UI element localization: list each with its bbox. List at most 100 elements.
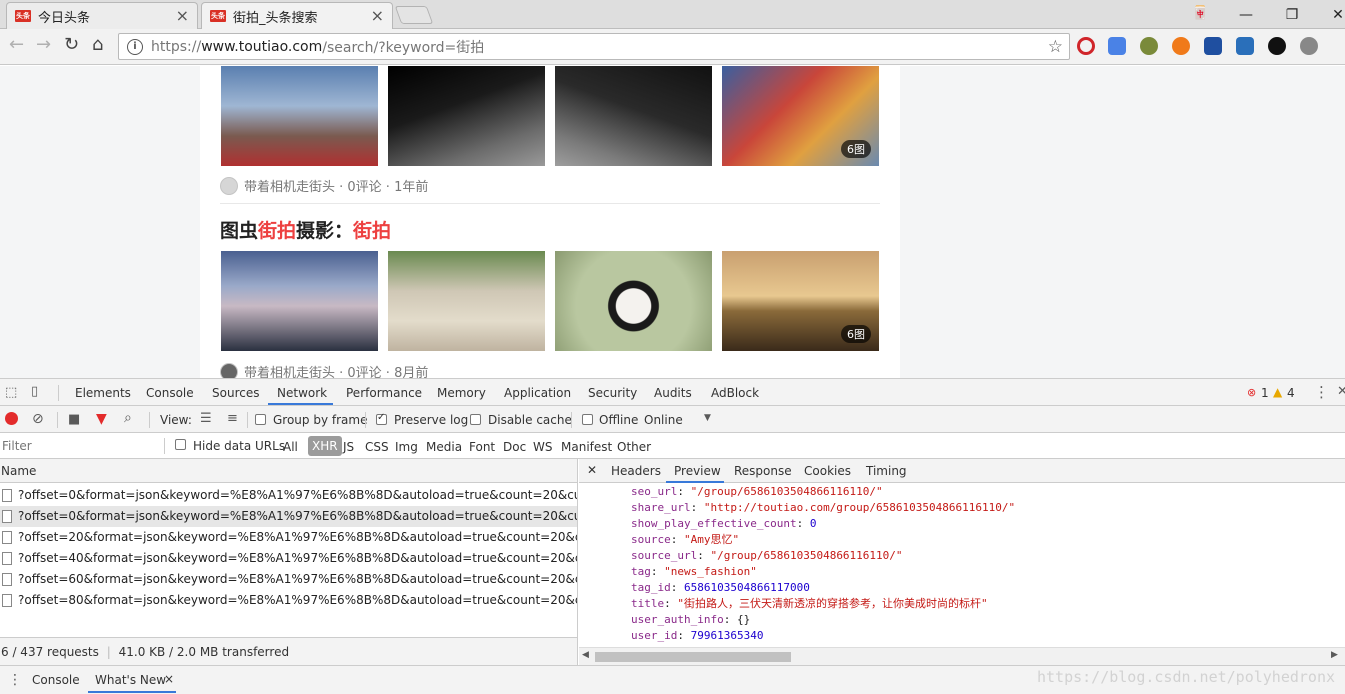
profile-icon[interactable]: 🀄 bbox=[1192, 6, 1208, 21]
infinity-extension-icon[interactable] bbox=[1172, 37, 1190, 55]
result-thumbnail[interactable] bbox=[221, 66, 378, 166]
filter-type-img[interactable]: Img bbox=[395, 440, 418, 454]
scroll-left-icon[interactable]: ◀ bbox=[582, 651, 589, 660]
table-row[interactable]: ?offset=40&format=json&keyword=%E8%A1%97… bbox=[0, 548, 577, 569]
tab-application[interactable]: Application bbox=[504, 386, 571, 400]
filter-type-js[interactable]: JS bbox=[343, 440, 354, 454]
json-property[interactable]: source_url: "/group/6586103504866116110/… bbox=[631, 548, 1015, 564]
json-property[interactable]: seo_url: "/group/6586103504866116110/" bbox=[631, 484, 1015, 500]
filter-icon[interactable]: ▼ bbox=[96, 412, 107, 426]
bookmark-star-icon[interactable]: ☆ bbox=[1048, 37, 1063, 57]
json-property[interactable]: share_url: "http://toutiao.com/group/658… bbox=[631, 500, 1015, 516]
column-header-name[interactable]: Name bbox=[0, 459, 577, 483]
result-title[interactable]: 图虫街拍摄影：街拍 bbox=[220, 216, 391, 243]
reload-icon[interactable]: ↻ bbox=[64, 36, 79, 54]
tab-headers[interactable]: Headers bbox=[611, 464, 661, 478]
minimize-icon[interactable]: — bbox=[1223, 7, 1269, 23]
bookmark-extension-icon[interactable] bbox=[1236, 37, 1254, 55]
offline-checkbox[interactable] bbox=[582, 414, 593, 425]
drawer-tab-whats-new[interactable]: What's New bbox=[95, 673, 166, 687]
json-property[interactable]: tag_id: 6586103504866117000 bbox=[631, 580, 1015, 596]
filter-type-ws[interactable]: WS bbox=[533, 440, 552, 454]
table-row[interactable]: ?offset=0&format=json&keyword=%E8%A1%97%… bbox=[0, 485, 577, 506]
close-icon[interactable]: × bbox=[164, 672, 174, 686]
result-thumbnail[interactable] bbox=[388, 66, 545, 166]
close-detail-icon[interactable]: ✕ bbox=[587, 463, 597, 477]
tab-response[interactable]: Response bbox=[734, 464, 792, 478]
table-row[interactable]: ?offset=20&format=json&keyword=%E8%A1%97… bbox=[0, 527, 577, 548]
filter-type-font[interactable]: Font bbox=[469, 440, 495, 454]
browser-tab-search[interactable]: 头条 街拍_头条搜索 × bbox=[201, 2, 393, 29]
table-row[interactable]: ?offset=60&format=json&keyword=%E8%A1%97… bbox=[0, 569, 577, 590]
json-property[interactable]: user_auth_info: {} bbox=[631, 612, 1015, 628]
clear-icon[interactable]: ⊘ bbox=[32, 412, 44, 426]
site-info-icon[interactable]: i bbox=[127, 38, 143, 55]
waterfall-view-icon[interactable]: ≡ bbox=[227, 412, 238, 425]
tab-console[interactable]: Console bbox=[146, 386, 194, 400]
address-bar[interactable]: i https:// www.toutiao.com /search/?keyw… bbox=[118, 33, 1070, 60]
globe-extension-icon[interactable] bbox=[1300, 37, 1318, 55]
tab-audits[interactable]: Audits bbox=[654, 386, 692, 400]
json-property[interactable]: source: "Amy思忆" bbox=[631, 532, 1015, 548]
list-view-icon[interactable]: ☰ bbox=[200, 412, 212, 425]
record-icon[interactable] bbox=[5, 412, 18, 425]
json-property[interactable]: show_play_effective_count: 0 bbox=[631, 516, 1015, 532]
drawer-tab-console[interactable]: Console bbox=[32, 673, 80, 687]
more-options-icon[interactable]: ⋮ bbox=[1314, 385, 1329, 400]
forward-arrow-icon[interactable]: → bbox=[36, 36, 51, 54]
result-thumbnail[interactable] bbox=[221, 251, 378, 351]
close-icon[interactable]: × bbox=[176, 8, 189, 24]
hide-data-urls-checkbox[interactable] bbox=[175, 439, 186, 450]
result-thumbnail[interactable] bbox=[388, 251, 545, 351]
error-count[interactable]: 1 bbox=[1261, 386, 1269, 400]
tab-adblock[interactable]: AdBlock bbox=[711, 386, 759, 400]
drawer-menu-icon[interactable]: ⋮ bbox=[8, 673, 22, 687]
chevron-down-icon[interactable]: ▼ bbox=[704, 414, 711, 423]
inspect-element-icon[interactable]: ⬚ bbox=[5, 386, 17, 399]
avatar[interactable] bbox=[220, 176, 238, 195]
throttling-select[interactable]: Online bbox=[644, 413, 683, 427]
tab-sources[interactable]: Sources bbox=[212, 386, 259, 400]
horizontal-scrollbar[interactable]: ◀ ▶ bbox=[579, 647, 1345, 665]
group-by-frame-checkbox[interactable] bbox=[255, 414, 266, 425]
close-window-icon[interactable]: ✕ bbox=[1315, 7, 1345, 23]
restore-icon[interactable]: ❐ bbox=[1269, 7, 1315, 23]
close-devtools-icon[interactable]: ✕ bbox=[1337, 385, 1345, 398]
circle-extension-icon[interactable] bbox=[1268, 37, 1286, 55]
device-toolbar-icon[interactable]: ▯ bbox=[31, 385, 38, 398]
warning-icon[interactable]: ▲ bbox=[1273, 386, 1282, 398]
home-icon[interactable]: ⌂ bbox=[92, 36, 103, 54]
tab-security[interactable]: Security bbox=[588, 386, 637, 400]
json-property[interactable]: title: "街拍路人，三伏天清新透凉的穿搭参考，让你美成时尚的标杆" bbox=[631, 596, 1015, 612]
tab-timing[interactable]: Timing bbox=[866, 464, 907, 478]
table-row[interactable]: ?offset=80&format=json&keyword=%E8%A1%97… bbox=[0, 590, 577, 611]
scroll-right-icon[interactable]: ▶ bbox=[1331, 651, 1338, 660]
result-thumbnail[interactable]: 6图 bbox=[722, 66, 879, 166]
browser-tab-toutiao[interactable]: 头条 今日头条 × bbox=[6, 2, 198, 29]
avatar[interactable] bbox=[220, 362, 238, 378]
news-extension-icon[interactable] bbox=[1204, 37, 1222, 55]
filter-type-css[interactable]: CSS bbox=[365, 440, 389, 454]
filter-type-all[interactable]: All bbox=[283, 440, 298, 454]
smile-extension-icon[interactable] bbox=[1140, 37, 1158, 55]
opera-extension-icon[interactable] bbox=[1077, 37, 1095, 55]
search-icon[interactable]: ⌕ bbox=[124, 411, 132, 425]
tab-performance[interactable]: Performance bbox=[346, 386, 422, 400]
tab-cookies[interactable]: Cookies bbox=[804, 464, 851, 478]
table-row-selected[interactable]: ?offset=0&format=json&keyword=%E8%A1%97%… bbox=[0, 506, 577, 527]
tab-elements[interactable]: Elements bbox=[75, 386, 131, 400]
new-tab-button[interactable] bbox=[394, 6, 434, 24]
error-icon[interactable]: ⊗ bbox=[1247, 387, 1256, 398]
filter-type-manifest[interactable]: Manifest bbox=[561, 440, 612, 454]
scrollbar-thumb[interactable] bbox=[595, 652, 791, 662]
json-property[interactable]: tag: "news_fashion" bbox=[631, 564, 1015, 580]
json-property[interactable]: user_id: 79961365340 bbox=[631, 628, 1015, 644]
result-thumbnail[interactable]: 6图 bbox=[722, 251, 879, 351]
filter-type-xhr[interactable]: XHR bbox=[308, 436, 342, 456]
close-icon[interactable]: × bbox=[371, 8, 384, 24]
filter-type-doc[interactable]: Doc bbox=[503, 440, 526, 454]
tab-memory[interactable]: Memory bbox=[437, 386, 486, 400]
screenshot-camera-icon[interactable]: ■ bbox=[68, 413, 80, 426]
preserve-log-checkbox[interactable] bbox=[376, 412, 387, 425]
tab-network[interactable]: Network bbox=[277, 386, 327, 400]
